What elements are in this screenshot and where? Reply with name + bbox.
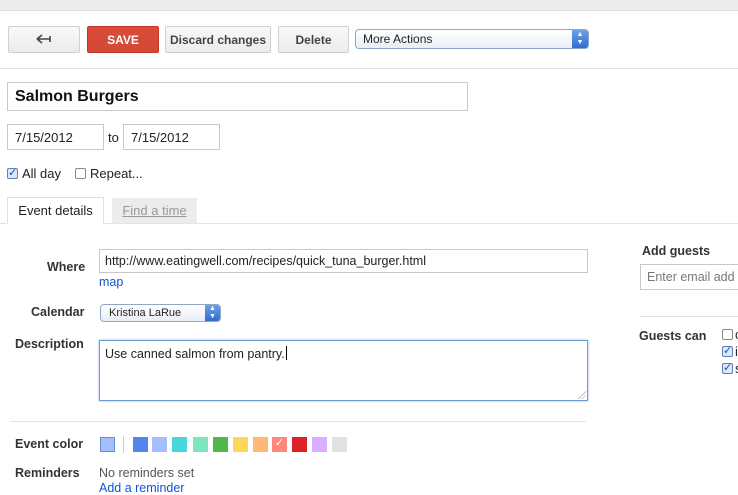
back-button[interactable]	[8, 26, 80, 53]
guests-divider	[640, 316, 738, 317]
event-title-input[interactable]: Salmon Burgers	[7, 82, 468, 111]
tab-find-a-time[interactable]: Find a time	[112, 198, 197, 223]
all-day-label: All day	[22, 166, 62, 181]
swatch-separator	[123, 436, 124, 453]
tab-event-details-label: Event details	[18, 203, 93, 218]
color-swatch[interactable]	[172, 437, 187, 452]
color-swatch[interactable]	[193, 437, 208, 452]
guest-permission-checkbox[interactable]: ✓	[722, 346, 733, 357]
guests-can-label: Guests can	[639, 329, 707, 343]
calendar-value: Kristina LaRue	[109, 307, 182, 319]
color-swatch-selected[interactable]: ✓	[272, 437, 287, 452]
where-value: http://www.eatingwell.com/recipes/quick_…	[105, 254, 426, 268]
to-label: to	[108, 130, 119, 145]
map-link[interactable]: map	[99, 275, 123, 289]
select-arrows-icon: ▲ ▼	[572, 30, 588, 48]
section-divider	[10, 421, 586, 422]
color-swatch[interactable]	[312, 437, 327, 452]
end-date-input[interactable]: 7/15/2012	[123, 124, 220, 150]
description-value: Use canned salmon from pantry.	[105, 347, 285, 361]
current-color-swatch[interactable]	[100, 437, 115, 452]
description-textarea[interactable]: Use canned salmon from pantry.	[99, 340, 588, 401]
color-swatch[interactable]	[233, 437, 248, 452]
description-label: Description	[15, 337, 84, 351]
reminders-value: No reminders set	[99, 466, 195, 480]
event-title-value: Salmon Burgers	[15, 87, 139, 105]
color-swatch[interactable]	[332, 437, 347, 452]
color-swatch[interactable]	[292, 437, 307, 452]
discard-changes-button[interactable]: Discard changes	[165, 26, 271, 53]
start-date-input[interactable]: 7/15/2012	[7, 124, 104, 150]
tab-bar-line	[0, 223, 738, 224]
repeat-checkbox[interactable]	[75, 168, 86, 179]
top-strip	[0, 0, 738, 11]
tab-event-details[interactable]: Event details	[7, 197, 104, 224]
guest-email-placeholder: Enter email add	[647, 270, 735, 284]
start-date-value: 7/15/2012	[15, 129, 73, 145]
guest-permission-checkbox[interactable]: ✓	[722, 363, 733, 374]
resize-handle-icon[interactable]	[578, 391, 586, 399]
all-day-checkbox[interactable]: ✓	[7, 168, 18, 179]
where-input[interactable]: http://www.eatingwell.com/recipes/quick_…	[99, 249, 588, 273]
color-swatch[interactable]	[213, 437, 228, 452]
tab-find-a-time-label: Find a time	[122, 203, 187, 218]
guest-permission-label: i	[735, 344, 738, 359]
end-date-value: 7/15/2012	[131, 129, 189, 145]
arrow-left-icon	[36, 33, 52, 47]
color-swatch[interactable]	[253, 437, 268, 452]
calendar-select[interactable]: Kristina LaRue ▲ ▼	[100, 304, 221, 322]
repeat-label: Repeat...	[90, 166, 143, 181]
guest-email-input[interactable]: Enter email add	[640, 264, 738, 290]
more-actions-label: More Actions	[363, 32, 433, 46]
where-label: Where	[47, 260, 86, 274]
delete-button[interactable]: Delete	[278, 26, 349, 53]
color-swatch[interactable]	[133, 437, 148, 452]
save-button[interactable]: SAVE	[87, 26, 159, 53]
guest-permission-checkbox[interactable]	[722, 329, 733, 340]
color-swatch[interactable]	[152, 437, 167, 452]
event-color-label: Event color	[15, 437, 84, 451]
select-arrows-icon: ▲ ▼	[205, 305, 220, 321]
more-actions-select[interactable]: More Actions ▲ ▼	[355, 29, 589, 49]
add-guests-label: Add guests	[642, 244, 711, 258]
reminders-label: Reminders	[15, 466, 80, 480]
add-reminder-link[interactable]: Add a reminder	[99, 481, 184, 495]
calendar-label: Calendar	[31, 305, 85, 319]
text-cursor	[285, 346, 287, 360]
toolbar-divider	[0, 68, 738, 69]
